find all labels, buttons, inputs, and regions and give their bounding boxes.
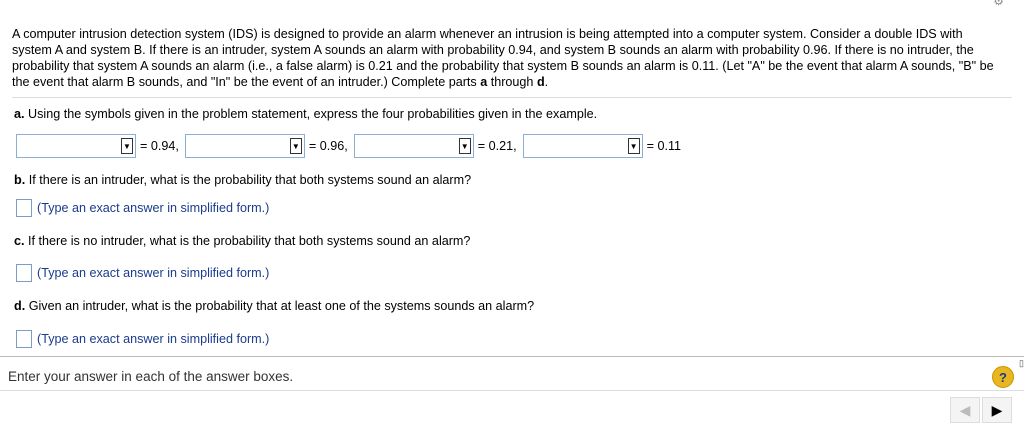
part-d-question: d. Given an intruder, what is the probab… — [14, 299, 535, 313]
divider — [12, 97, 1012, 98]
previous-button[interactable]: ◀ — [950, 397, 980, 423]
equals-value-3: = 0.21, — [477, 139, 517, 153]
equals-value-4: = 0.11 — [646, 139, 682, 153]
gear-icon[interactable]: ⚙ — [993, 0, 1004, 8]
probability-select-1[interactable]: ▼ — [16, 134, 136, 158]
footer-divider — [0, 356, 1024, 357]
equals-value-1: = 0.94, — [140, 139, 179, 153]
answer-hint: (Type an exact answer in simplified form… — [37, 332, 270, 346]
chevron-down-icon[interactable]: ▼ — [458, 138, 471, 154]
probability-select-4[interactable]: ▼ — [522, 134, 643, 158]
chevron-down-icon[interactable]: ▼ — [289, 138, 302, 154]
probability-select-2[interactable]: ▼ — [184, 134, 305, 158]
part-c-question: c. If there is no intruder, what is the … — [14, 234, 471, 248]
part-a-question: a. Using the symbols given in the proble… — [14, 107, 598, 121]
part-b-answer-row: (Type an exact answer in simplified form… — [16, 199, 269, 217]
chevron-down-icon[interactable]: ▼ — [627, 138, 640, 154]
part-d-answer-row: (Type an exact answer in simplified form… — [16, 330, 269, 348]
footer-instruction: Enter your answer in each of the answer … — [8, 369, 294, 384]
answer-hint: (Type an exact answer in simplified form… — [37, 266, 270, 280]
scroll-edge-icon: ▯ — [1019, 358, 1024, 368]
answer-hint: (Type an exact answer in simplified form… — [37, 201, 270, 215]
next-button[interactable]: ▶ — [982, 397, 1012, 423]
part-c-answer-input[interactable] — [16, 264, 32, 282]
part-c-answer-row: (Type an exact answer in simplified form… — [16, 264, 269, 282]
probability-select-3[interactable]: ▼ — [353, 134, 474, 158]
part-b-answer-input[interactable] — [16, 199, 32, 217]
nav-divider — [0, 390, 1024, 391]
chevron-down-icon[interactable]: ▼ — [121, 138, 133, 154]
part-b-question: b. If there is an intruder, what is the … — [14, 173, 472, 187]
part-d-answer-input[interactable] — [16, 330, 32, 348]
question-navigation: ◀ ▶ — [950, 397, 1012, 423]
help-icon[interactable]: ? — [992, 366, 1014, 388]
problem-statement: A computer intrusion detection system (I… — [12, 27, 994, 89]
equals-value-2: = 0.96, — [308, 139, 348, 153]
part-a-answers: ▼ = 0.94, ▼ = 0.96, ▼ = 0.21, ▼ = 0.11 — [16, 133, 687, 159]
